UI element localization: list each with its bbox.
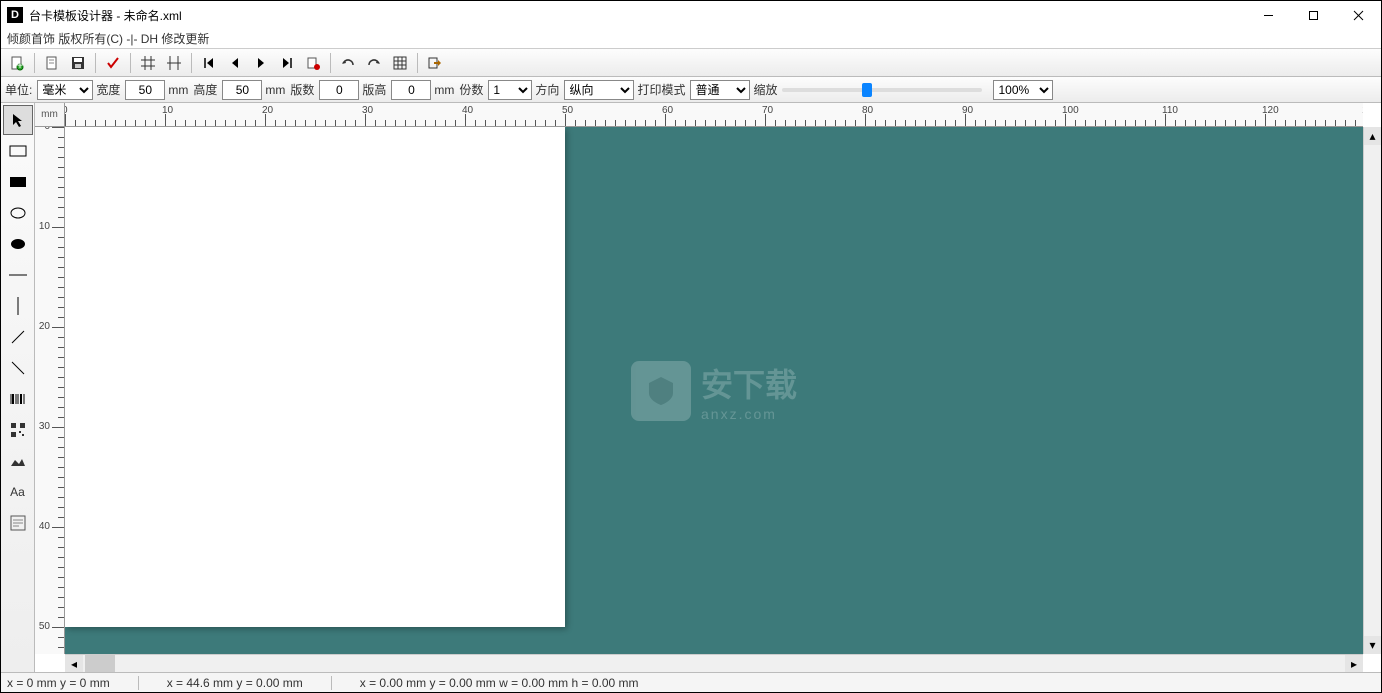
undo-button[interactable]: [336, 52, 360, 74]
select-tool[interactable]: [3, 105, 33, 135]
plate-input[interactable]: [319, 80, 359, 100]
tool-palette: Aa: [1, 103, 35, 672]
watermark: 安下载anxz.com: [631, 360, 797, 422]
field-tool[interactable]: [3, 508, 33, 538]
scroll-up-icon[interactable]: ▴: [1364, 127, 1381, 145]
plate-h-unit: mm: [434, 83, 454, 97]
app-icon: D: [7, 7, 23, 23]
diag2-tool[interactable]: [3, 353, 33, 383]
page-canvas[interactable]: [65, 127, 565, 627]
canvas-area: mm 0102030405060708090100110120130140 01…: [35, 103, 1381, 672]
filled-ellipse-tool[interactable]: [3, 229, 33, 259]
zoom-slider[interactable]: [782, 88, 982, 92]
height-input[interactable]: [222, 80, 262, 100]
barcode-tool[interactable]: [3, 384, 33, 414]
status-pos1: x = 0 mm y = 0 mm: [7, 676, 110, 690]
height-label: 高度: [193, 81, 217, 98]
height-unit: mm: [265, 83, 285, 97]
check-button[interactable]: [101, 52, 125, 74]
redo-button[interactable]: [362, 52, 386, 74]
hline-tool[interactable]: [3, 260, 33, 290]
maximize-button[interactable]: [1291, 1, 1336, 29]
width-label: 宽度: [96, 81, 120, 98]
diag1-tool[interactable]: [3, 322, 33, 352]
unit-label: 单位:: [5, 81, 32, 98]
print-mode-label: 打印模式: [637, 81, 685, 98]
print-mode-select[interactable]: 普通: [690, 80, 750, 100]
orient-select[interactable]: 纵向: [564, 80, 634, 100]
window-title: 台卡模板设计器 - 未命名.xml: [29, 7, 1246, 24]
save-button[interactable]: [66, 52, 90, 74]
statusbar: x = 0 mm y = 0 mm x = 44.6 mm y = 0.00 m…: [1, 672, 1381, 692]
width-unit: mm: [168, 83, 188, 97]
prev-icon[interactable]: [223, 52, 247, 74]
horizontal-ruler: 0102030405060708090100110120130140: [65, 103, 1363, 127]
image-tool[interactable]: [3, 446, 33, 476]
properties-toolbar: 单位: 毫米 宽度 mm 高度 mm 版数 版高 mm 份数 1 方向 纵向 打…: [1, 77, 1381, 103]
scroll-thumb[interactable]: [85, 655, 115, 672]
status-pos3: x = 0.00 mm y = 0.00 mm w = 0.00 mm h = …: [360, 676, 639, 690]
grid-button[interactable]: [136, 52, 160, 74]
horizontal-scrollbar[interactable]: ◂ ▸: [65, 654, 1363, 672]
table-button[interactable]: [388, 52, 412, 74]
copyright-bar: 倾颜首饰 版权所有(C) -|- DH 修改更新: [1, 29, 1381, 49]
plate-label: 版数: [290, 81, 314, 98]
ruler-corner: mm: [35, 103, 65, 127]
exit-button[interactable]: [423, 52, 447, 74]
svg-text:+: +: [16, 58, 23, 71]
open-button[interactable]: [40, 52, 64, 74]
titlebar: D 台卡模板设计器 - 未命名.xml: [1, 1, 1381, 29]
rect-tool[interactable]: [3, 136, 33, 166]
status-pos2: x = 44.6 mm y = 0.00 mm: [167, 676, 303, 690]
workspace: Aa mm 0102030405060708090100110120130140…: [1, 103, 1381, 672]
scroll-left-icon[interactable]: ◂: [65, 655, 83, 672]
close-button[interactable]: [1336, 1, 1381, 29]
minimize-button[interactable]: [1246, 1, 1291, 29]
scroll-down-icon[interactable]: ▾: [1364, 636, 1381, 654]
first-icon[interactable]: [197, 52, 221, 74]
new-button[interactable]: +: [5, 52, 29, 74]
filled-rect-tool[interactable]: [3, 167, 33, 197]
canvas-viewport[interactable]: 安下载anxz.com: [65, 127, 1363, 654]
next-icon[interactable]: [249, 52, 273, 74]
ellipse-tool[interactable]: [3, 198, 33, 228]
vertical-ruler: 0102030405060: [35, 127, 65, 654]
zoom-label: 缩放: [753, 81, 777, 98]
plate-h-label: 版高: [362, 81, 386, 98]
error-button[interactable]: [301, 52, 325, 74]
plate-h-input[interactable]: [391, 80, 431, 100]
main-toolbar: +: [1, 49, 1381, 77]
orient-label: 方向: [535, 81, 559, 98]
last-icon[interactable]: [275, 52, 299, 74]
vertical-scrollbar[interactable]: ▴ ▾: [1363, 127, 1381, 654]
unit-select[interactable]: 毫米: [37, 80, 93, 100]
vline-tool[interactable]: [3, 291, 33, 321]
zoom-slider-thumb[interactable]: [862, 83, 872, 97]
qrcode-tool[interactable]: [3, 415, 33, 445]
zoom-select[interactable]: 100%: [993, 80, 1053, 100]
copies-label: 份数: [459, 81, 483, 98]
snap-button[interactable]: [162, 52, 186, 74]
text-tool[interactable]: Aa: [3, 477, 33, 507]
width-input[interactable]: [125, 80, 165, 100]
scroll-right-icon[interactable]: ▸: [1345, 655, 1363, 672]
copies-select[interactable]: 1: [488, 80, 532, 100]
